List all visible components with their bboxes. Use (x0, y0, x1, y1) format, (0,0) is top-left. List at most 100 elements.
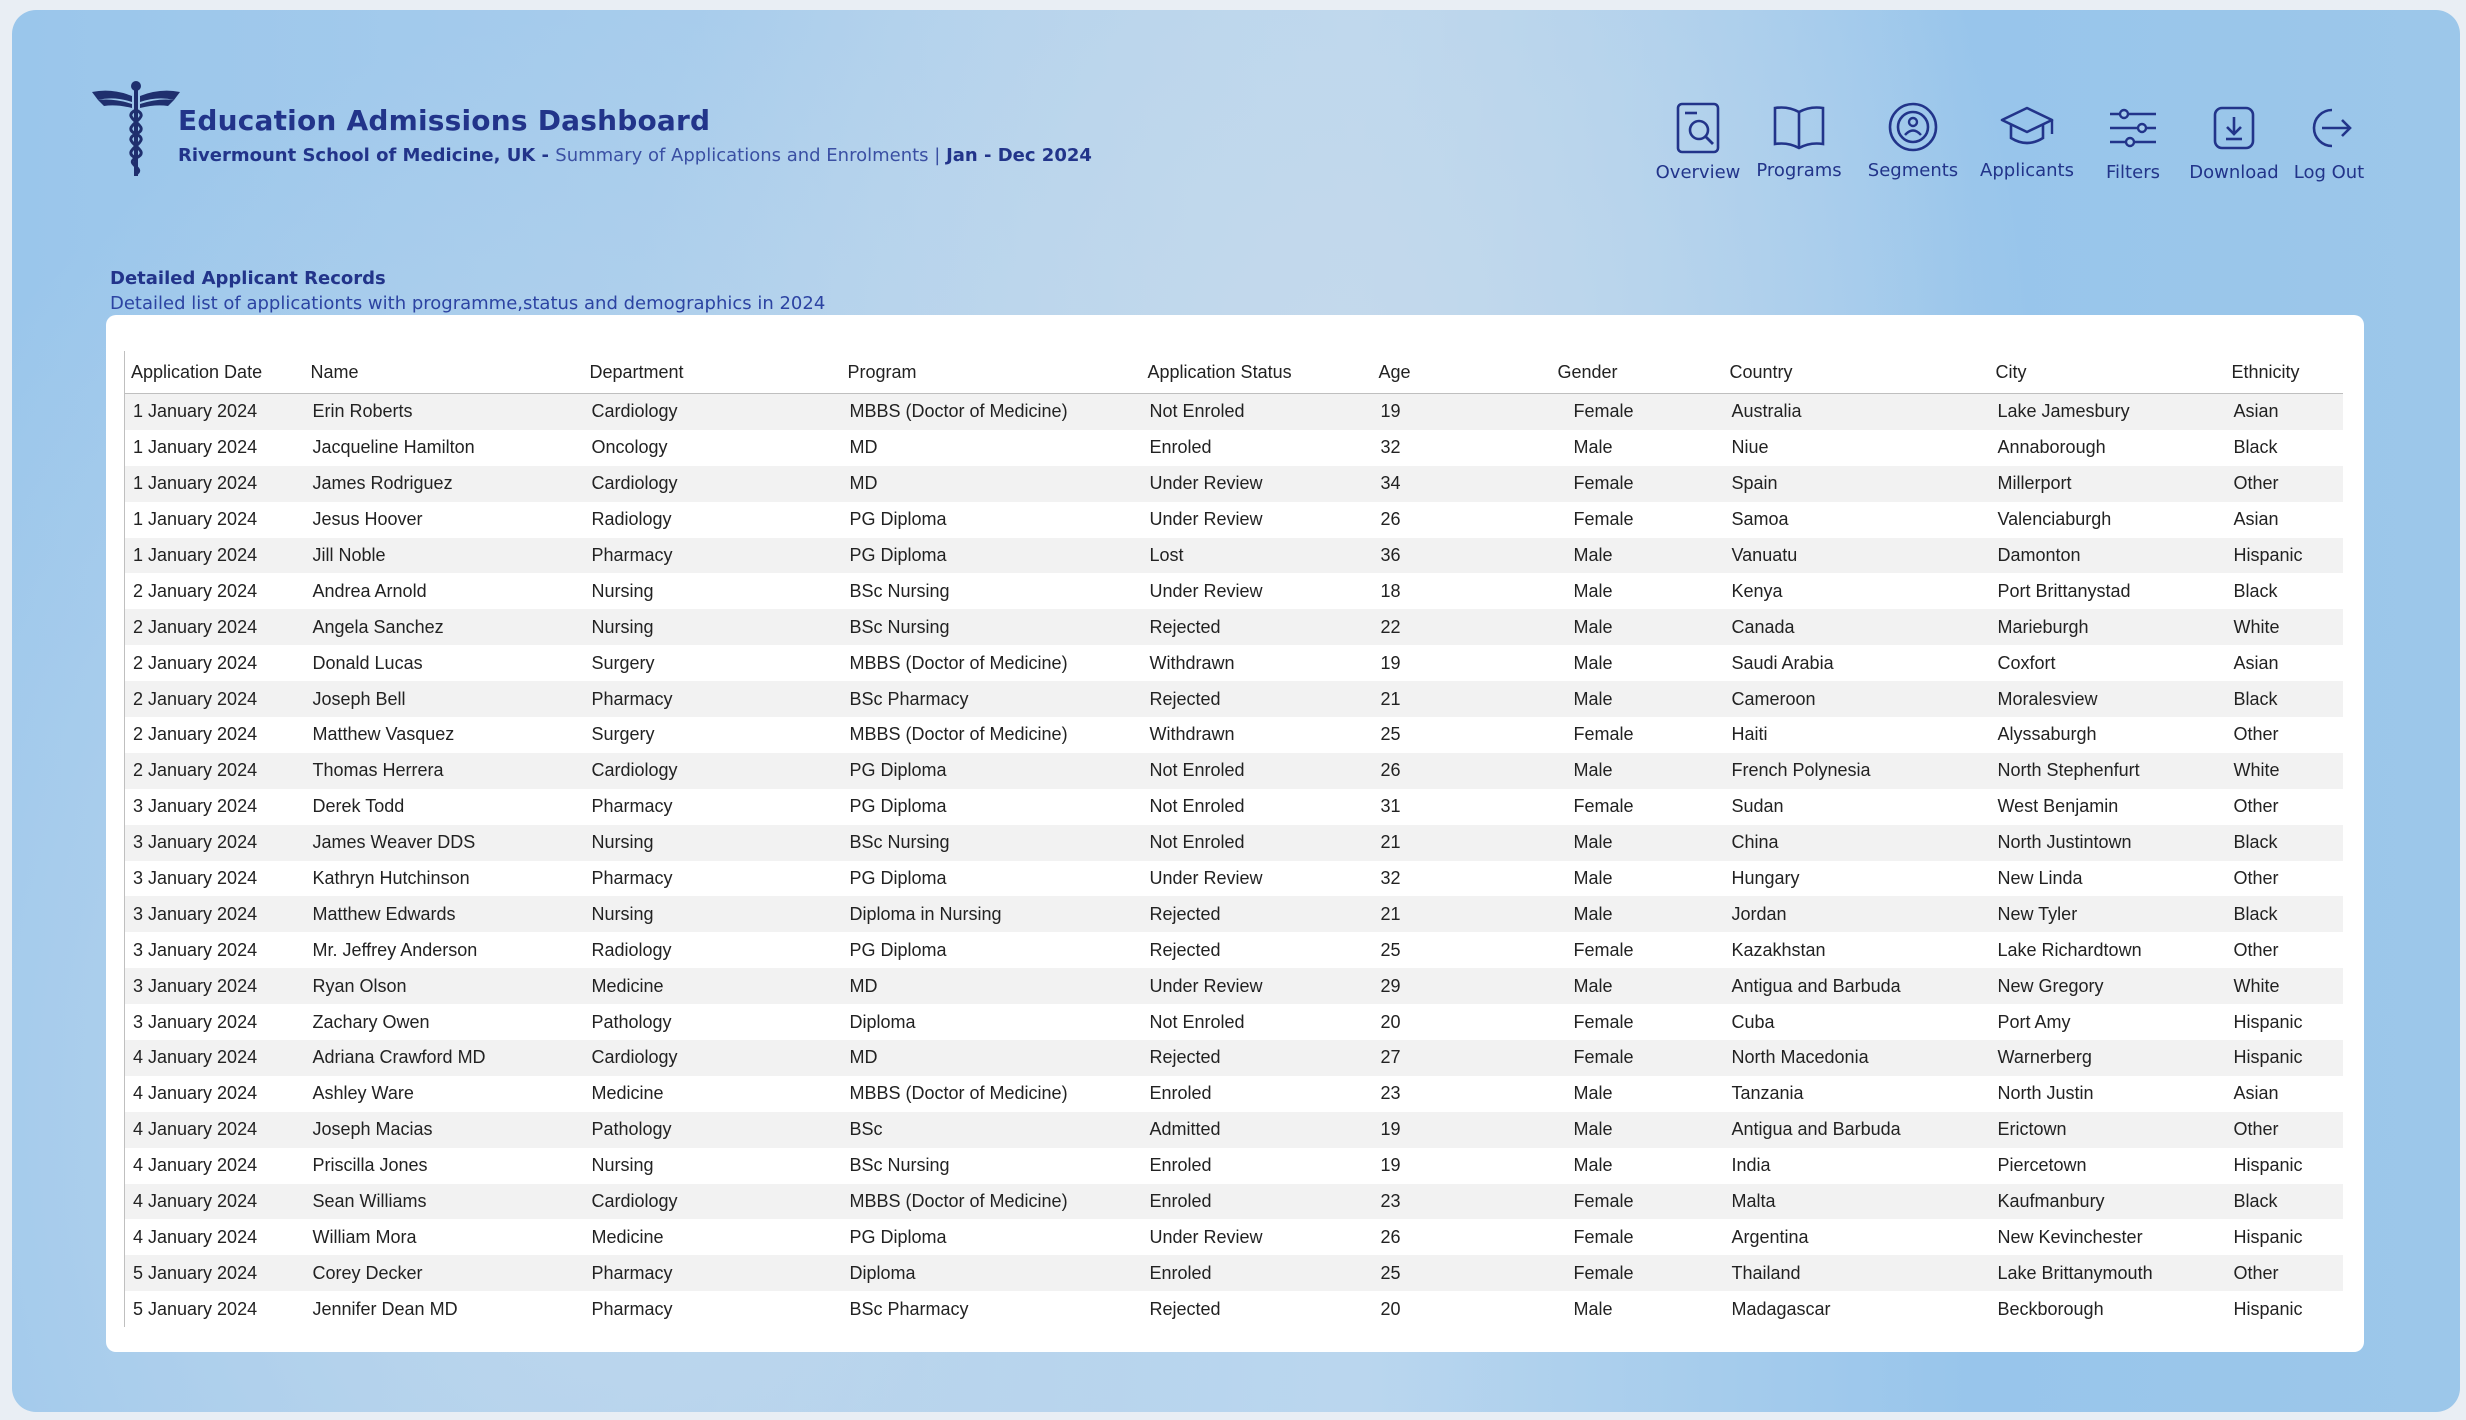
gender-cell: Female (1573, 1226, 1634, 1247)
table-row[interactable]: 1 January 2024 Jill Noble Pharmacy PG Diplo… (124, 537, 2343, 574)
table-row[interactable]: 1 January 2024 Jacqueline Hamilton Oncolog… (124, 429, 2343, 466)
name-cell: Jacqueline Hamilton (312, 437, 475, 458)
gender-cell: Female (1573, 509, 1634, 530)
country-cell: Cameroon (1723, 681, 1990, 718)
date-cell: 2 January 2024 (124, 681, 305, 718)
nav-logout[interactable]: Log Out (2269, 100, 2389, 183)
column-header[interactable]: Name (304, 351, 584, 394)
program-cell: PG Diploma (841, 537, 1142, 574)
department-cell: Cardiology (583, 1040, 842, 1076)
gender-cell: Male (1573, 868, 1613, 889)
period-text: Jan - Dec 2024 (946, 145, 1092, 166)
table-row[interactable]: 4 January 2024 Sean Williams Cardiology MBB… (124, 1183, 2343, 1220)
column-header[interactable]: Application Date (124, 351, 305, 394)
city-cell: Annaborough (1997, 437, 2106, 458)
age-cell: 19 (1372, 393, 1552, 430)
program-cell: MD (841, 968, 1142, 1005)
program-cell: PG Diploma (849, 1226, 947, 1247)
age-cell: 25 (1380, 724, 1401, 745)
table-row[interactable]: 3 January 2024 Zachary Owen Pathology Diplo… (124, 1004, 2343, 1041)
department-cell: Pharmacy (583, 537, 842, 574)
program-cell: PG Diploma (849, 939, 947, 960)
ethnicity-cell: Hispanic (2225, 1040, 2343, 1076)
column-header[interactable]: Application Status (1141, 351, 1373, 394)
ethnicity-cell: Black (2225, 896, 2343, 933)
program-cell: MBBS (Doctor of Medicine) (849, 652, 1068, 673)
table-row[interactable]: 4 January 2024 Priscilla Jones Nursing BSc … (124, 1147, 2343, 1184)
table-row[interactable]: 5 January 2024 Jennifer Dean MD Pharmacy BS… (124, 1291, 2343, 1328)
name-cell: Matthew Vasquez (312, 724, 455, 745)
table-row[interactable]: 4 January 2024 William Mora Medicine PG Dip… (124, 1219, 2343, 1256)
gender-cell: Male (1551, 968, 1724, 1005)
city-cell: Port Brittanystad (1997, 580, 2131, 601)
column-header[interactable]: Ethnicity (2225, 351, 2343, 394)
city-cell: Alyssaburgh (1997, 724, 2097, 745)
age-cell: 27 (1372, 1040, 1552, 1076)
table-row[interactable]: 2 January 2024 Thomas Herrera Cardiology PG… (124, 752, 2343, 789)
gender-cell: Male (1573, 1155, 1613, 1176)
table-row[interactable]: 4 January 2024 Joseph Macias Pathology BSc A… (124, 1111, 2343, 1148)
table-row[interactable]: 1 January 2024 Jesus Hoover Radiology PG Di… (124, 501, 2343, 538)
name-cell: Corey Decker (304, 1255, 584, 1292)
city-cell: Beckborough (1997, 1298, 2104, 1319)
table-row[interactable]: 2 January 2024 Matthew Vasquez Surgery MBBS… (124, 717, 2343, 753)
table-row[interactable]: 1 January 2024 Erin Roberts Cardiology MBBS… (124, 393, 2343, 430)
date-cell: 1 January 2024 (124, 501, 305, 538)
table-row[interactable]: 3 January 2024 James Weaver DDS Nursing BSc… (124, 824, 2343, 861)
status-cell: Under Review (1141, 465, 1373, 502)
status-cell: Withdrawn (1149, 724, 1235, 745)
table-row[interactable]: 4 January 2024 Ashley Ware Medicine MBBS (D… (124, 1075, 2343, 1112)
country-cell: Haiti (1731, 724, 1768, 745)
table-row[interactable]: 2 January 2024 Donald Lucas Surgery MBBS (D… (124, 645, 2343, 682)
column-header[interactable]: City (1989, 351, 2226, 394)
status-cell: Admitted (1141, 1111, 1373, 1148)
date-cell: 4 January 2024 (124, 1075, 305, 1112)
nav-programs[interactable]: Programs (1739, 100, 1859, 181)
nav-applicants[interactable]: Applicants (1967, 100, 2087, 181)
column-header[interactable]: Department (583, 351, 842, 394)
table-row[interactable]: 2 January 2024 Joseph Bell Pharmacy BSc Pha… (124, 681, 2343, 718)
gender-cell: Male (1573, 437, 1613, 458)
status-cell: Rejected (1141, 681, 1373, 718)
ethnicity-cell: Asian (2225, 393, 2343, 430)
department-cell: Pathology (591, 1011, 672, 1032)
age-cell: 26 (1380, 1226, 1401, 1247)
table-row[interactable]: 4 January 2024 Adriana Crawford MD Cardiol… (124, 1040, 2343, 1076)
status-cell: Rejected (1141, 609, 1373, 646)
summary-text: Summary of Applications and Enrolments | (555, 145, 947, 166)
column-header[interactable]: Country (1723, 351, 1990, 394)
country-cell: Jordan (1723, 896, 1990, 933)
city-cell: New Gregory (1989, 968, 2226, 1005)
nav-segments[interactable]: Segments (1853, 100, 1973, 181)
status-cell: Enroled (1149, 1155, 1212, 1176)
column-header[interactable]: Program (841, 351, 1142, 394)
country-cell: Antigua and Barbuda (1723, 1111, 1990, 1148)
age-cell: 29 (1372, 968, 1552, 1005)
city-cell: Piercetown (1997, 1155, 2087, 1176)
nav-logout-label: Log Out (2293, 162, 2365, 183)
department-cell: Surgery (591, 652, 655, 673)
date-cell: 5 January 2024 (124, 1255, 305, 1292)
table-row[interactable]: 1 January 2024 James Rodriguez Cardiology M… (124, 465, 2343, 502)
table-row[interactable]: 3 January 2024 Derek Todd Pharmacy PG Diplo… (124, 788, 2343, 825)
applicant-records-table: Application Date Name Department Program… (124, 351, 2343, 1328)
column-header[interactable]: Gender (1551, 351, 1724, 394)
age-cell: 31 (1380, 796, 1401, 817)
name-cell: James Rodriguez (304, 465, 584, 502)
table-row[interactable]: 2 January 2024 Andrea Arnold Nursing BSc Nu… (124, 573, 2343, 610)
gender-cell: Female (1551, 1040, 1724, 1076)
table-row[interactable]: 3 January 2024 Kathryn Hutchinson Pharmacy… (124, 860, 2343, 897)
date-cell: 2 January 2024 (124, 645, 305, 682)
department-cell: Radiology (591, 939, 672, 960)
table-row[interactable]: 3 January 2024 Mr. Jeffrey Anderson Radiol… (124, 932, 2343, 969)
table-row[interactable]: 2 January 2024 Angela Sanchez Nursing BSc N… (124, 609, 2343, 646)
table-row[interactable]: 5 January 2024 Corey Decker Pharmacy Diplom… (124, 1255, 2343, 1292)
column-header[interactable]: Age (1372, 351, 1552, 394)
ethnicity-cell: Other (2233, 868, 2279, 889)
program-cell: MD (841, 465, 1142, 502)
table-row[interactable]: 3 January 2024 Ryan Olson Medicine MD Under … (124, 968, 2343, 1005)
table-row[interactable]: 3 January 2024 Matthew Edwards Nursing Dipl… (124, 896, 2343, 933)
age-cell: 32 (1380, 437, 1401, 458)
program-cell: MBBS (Doctor of Medicine) (841, 393, 1142, 430)
date-cell: 3 January 2024 (124, 824, 305, 861)
